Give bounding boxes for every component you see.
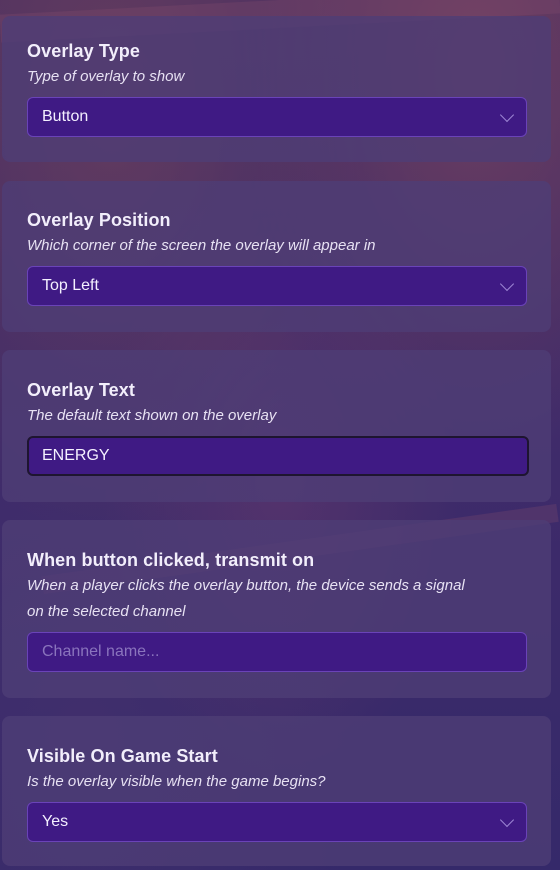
input-value: ENERGY	[42, 447, 110, 464]
setting-description: Type of overlay to show	[27, 68, 185, 85]
dropdown-value: Yes	[42, 813, 69, 830]
visible-on-game-start-dropdown[interactable]: Yes	[27, 802, 527, 842]
channel-name-input[interactable]: Channel name...	[27, 632, 527, 672]
input-placeholder: Channel name...	[42, 643, 160, 660]
chevron-down-icon	[499, 107, 515, 123]
setting-overlay-type: Overlay Type Type of overlay to show But…	[2, 16, 551, 162]
setting-title: Overlay Position	[27, 210, 171, 230]
dropdown-value: Button	[42, 108, 89, 125]
setting-title: Visible On Game Start	[27, 746, 218, 766]
setting-description: The default text shown on the overlay	[27, 407, 277, 424]
dropdown-value: Top Left	[42, 277, 99, 294]
setting-description: Which corner of the screen the overlay w…	[27, 237, 376, 254]
setting-title: Overlay Type	[27, 41, 140, 61]
overlay-text-input[interactable]: ENERGY	[27, 436, 529, 476]
chevron-down-icon	[499, 812, 515, 828]
setting-title: Overlay Text	[27, 380, 135, 400]
setting-description: When a player clicks the overlay button,…	[27, 573, 527, 625]
setting-overlay-position: Overlay Position Which corner of the scr…	[2, 181, 551, 332]
setting-description: Is the overlay visible when the game beg…	[27, 773, 326, 790]
setting-title: When button clicked, transmit on	[27, 550, 315, 570]
setting-visible-on-game-start: Visible On Game Start Is the overlay vis…	[2, 716, 551, 866]
description-line: on the selected channel	[27, 603, 186, 620]
chevron-down-icon	[499, 276, 515, 292]
setting-overlay-text: Overlay Text The default text shown on t…	[2, 350, 551, 502]
overlay-position-dropdown[interactable]: Top Left	[27, 266, 527, 306]
setting-transmit-channel: When button clicked, transmit on When a …	[2, 520, 551, 698]
overlay-type-dropdown[interactable]: Button	[27, 97, 527, 137]
description-line: When a player clicks the overlay button,…	[27, 577, 465, 594]
